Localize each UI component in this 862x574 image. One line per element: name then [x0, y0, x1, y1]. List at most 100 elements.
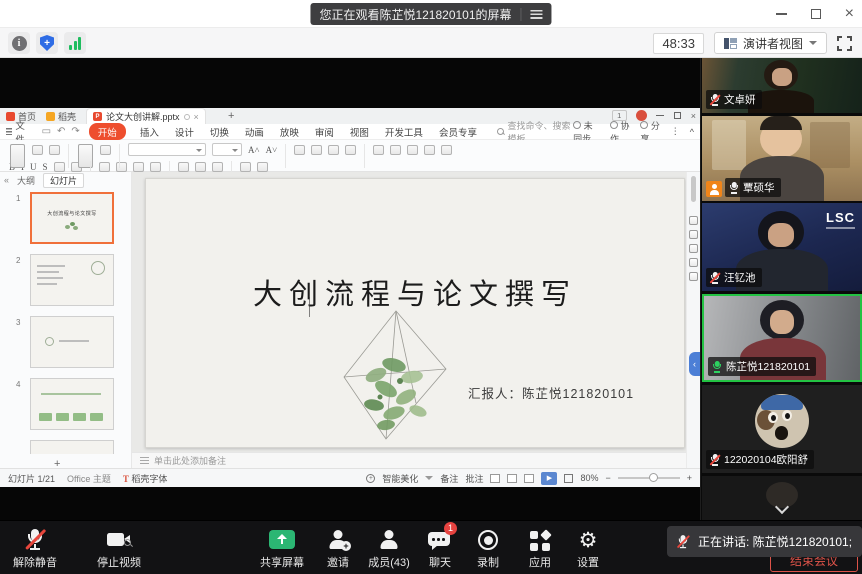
participant-tile-partial[interactable] [702, 476, 862, 520]
beautify-caret-icon[interactable] [425, 476, 433, 480]
chat-button[interactable]: 1 聊天 [418, 528, 462, 570]
more-icon[interactable]: ⋮ [671, 126, 680, 137]
slide-thumbnail-5-partial[interactable] [30, 440, 114, 454]
collapse-ribbon-icon[interactable]: ^ [690, 127, 694, 137]
redo-icon[interactable]: ↷ [71, 126, 79, 137]
smart-beautify-button[interactable]: 智能美化 [382, 472, 418, 485]
numbering-icon[interactable] [116, 162, 127, 172]
menu-member[interactable]: 会员专享 [439, 125, 477, 139]
slide-thumbnail-4[interactable] [30, 378, 114, 430]
copy-icon[interactable] [49, 145, 60, 155]
menu-devtools[interactable]: 开发工具 [385, 125, 423, 139]
zoom-out-button[interactable]: − [605, 473, 610, 483]
tab-outline[interactable]: 大纲 [17, 174, 35, 187]
font-color-icon[interactable] [54, 162, 65, 172]
textbox-icon[interactable] [373, 145, 384, 155]
slide-thumbnail-2[interactable] [30, 254, 114, 306]
sorter-view-icon[interactable] [507, 474, 517, 483]
indent-icon[interactable] [150, 162, 161, 172]
zoom-percent[interactable]: 80% [580, 473, 598, 483]
zoom-slider[interactable] [618, 477, 680, 479]
bullets-icon[interactable] [99, 162, 110, 172]
align-center-icon[interactable] [311, 145, 322, 155]
participant-tile[interactable]: 122020104欧阳舒 [702, 385, 862, 473]
network-button[interactable] [64, 32, 86, 54]
maximize-button[interactable] [811, 9, 821, 19]
line-spacing-icon[interactable] [133, 162, 144, 172]
expand-sidebar-handle[interactable]: ‹ [689, 352, 700, 376]
participant-tile[interactable]: 覃硕华 [702, 116, 862, 201]
selection-pane-icon[interactable] [689, 244, 698, 253]
notes-bar[interactable]: 单击此处添加备注 [132, 452, 686, 468]
save-icon[interactable]: ▭ [42, 126, 51, 137]
scrollbar-thumb[interactable] [691, 176, 696, 202]
font-decrease-icon[interactable]: A˅ [266, 145, 278, 155]
comment-button[interactable]: 批注 [465, 472, 483, 485]
menu-review[interactable]: 审阅 [315, 125, 334, 139]
align-left-icon[interactable] [294, 145, 305, 155]
strike-icon[interactable]: S [43, 162, 48, 172]
meeting-info-button[interactable]: i [8, 32, 30, 54]
menu-animation[interactable]: 动画 [245, 125, 264, 139]
help-pane-icon[interactable] [689, 258, 698, 267]
layout-picker-icon[interactable] [100, 145, 111, 155]
new-slide-icon[interactable] [78, 144, 93, 168]
panel-collapse-icon[interactable]: « [4, 175, 9, 185]
zoom-slider-knob[interactable] [649, 473, 658, 482]
reading-view-icon[interactable] [524, 474, 534, 483]
banner-menu-icon[interactable] [531, 10, 543, 19]
menu-transition[interactable]: 切换 [210, 125, 229, 139]
participant-tile-active-speaker[interactable]: 陈芷悦121820101 [702, 294, 862, 382]
participant-tile[interactable]: 文卓妍 [702, 58, 862, 113]
fit-slide-icon[interactable] [564, 474, 573, 483]
apps-button[interactable]: 应用 [518, 528, 562, 570]
paste-icon[interactable] [10, 144, 25, 168]
wordart-icon[interactable] [390, 145, 401, 155]
shapes-icon[interactable] [424, 145, 435, 155]
menu-view[interactable]: 视图 [350, 125, 369, 139]
zoom-in-button[interactable]: + [687, 473, 692, 483]
smartart-icon[interactable] [178, 162, 189, 172]
play-slideshow-button[interactable]: ▶ [541, 472, 557, 485]
table-icon[interactable] [195, 162, 206, 172]
select-icon[interactable] [257, 162, 268, 172]
unmute-button[interactable]: 解除静音 [4, 528, 66, 570]
find-icon[interactable] [240, 162, 251, 172]
slide-thumbnail-3[interactable] [30, 316, 114, 368]
participant-tile[interactable]: LSC 汪钇池 [702, 203, 862, 291]
close-button[interactable]: × [845, 6, 854, 22]
menu-home[interactable]: 开始 [89, 123, 126, 140]
settings-button[interactable]: ⚙ 设置 [566, 528, 610, 570]
security-button[interactable]: + [36, 32, 58, 54]
align-right-icon[interactable] [328, 145, 339, 155]
view-mode-button[interactable]: 演讲者视图 [714, 32, 827, 54]
media-pane-icon[interactable] [689, 272, 698, 281]
wps-document-tab[interactable]: P 论文大创讲解.pptx × [86, 108, 206, 124]
cut-icon[interactable] [32, 145, 43, 155]
members-button[interactable]: 成员(43) [358, 528, 420, 570]
menu-insert[interactable]: 插入 [140, 125, 159, 139]
menu-design[interactable]: 设计 [175, 125, 194, 139]
normal-view-icon[interactable] [490, 474, 500, 483]
invite-button[interactable]: + 邀请 [316, 528, 360, 570]
font-family-select[interactable] [128, 143, 206, 156]
properties-icon[interactable] [689, 216, 698, 225]
note-button[interactable]: 备注 [440, 472, 458, 485]
watching-banner[interactable]: 您正在观看陈芷悦121820101的屏幕 [310, 3, 551, 25]
status-theme[interactable]: Office 主题 [67, 472, 111, 485]
record-button[interactable]: 录制 [466, 528, 510, 570]
chart-icon[interactable] [441, 145, 452, 155]
stop-video-button[interactable]: 停止视频 [88, 528, 150, 570]
wps-docer-tab[interactable]: 稻壳 [46, 110, 76, 123]
tab-slides[interactable]: 幻灯片 [43, 173, 84, 188]
wps-minimize-icon[interactable] [656, 115, 664, 117]
new-tab-button[interactable]: + [228, 110, 234, 122]
font-size-select[interactable] [212, 143, 242, 156]
minimize-button[interactable] [776, 13, 787, 15]
tab-close-icon[interactable]: × [194, 112, 199, 122]
status-docer-font[interactable]: T 稻壳字体 [123, 472, 168, 485]
icon-library-icon[interactable] [212, 162, 223, 172]
current-slide[interactable]: 大创流程与论文撰写 [145, 178, 685, 448]
fullscreen-button[interactable] [837, 36, 852, 51]
menu-slideshow[interactable]: 放映 [280, 125, 299, 139]
